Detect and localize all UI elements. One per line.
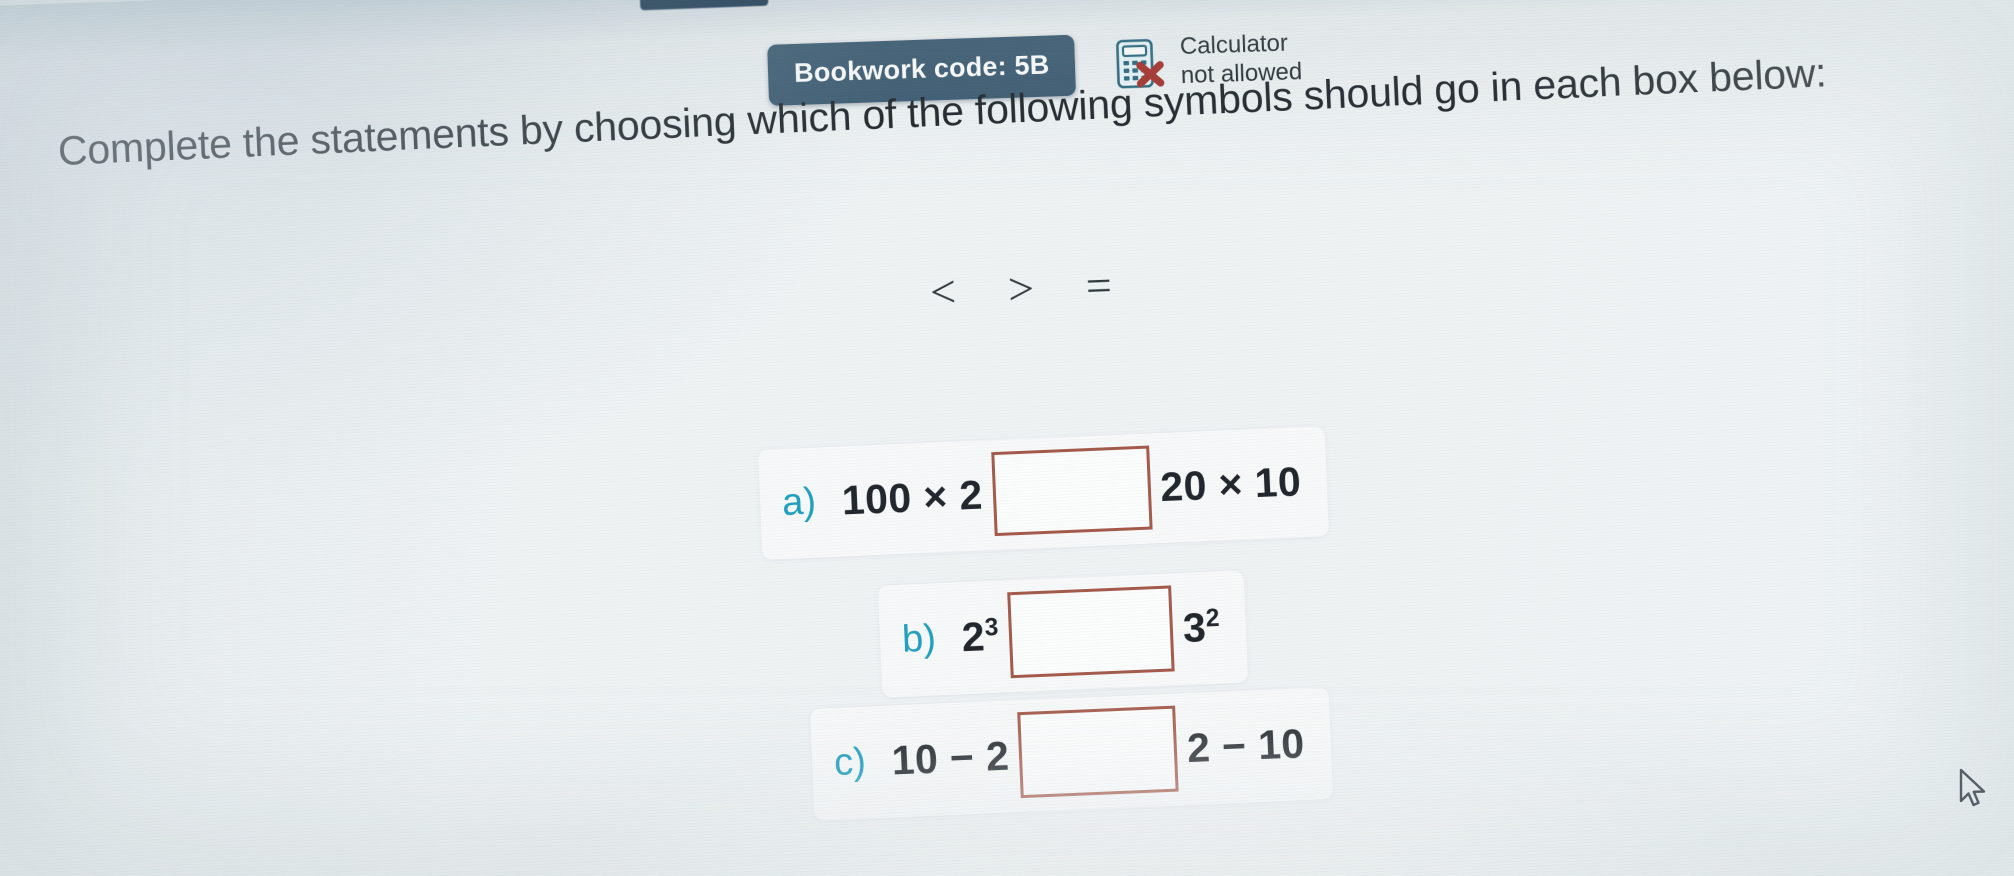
- statement-label-c: c): [833, 740, 867, 784]
- statement-b-left-expression: 23: [961, 612, 1000, 661]
- statement-a-left-expression: 100 × 2: [840, 471, 984, 523]
- statement-b-right-exponent: 2: [1205, 604, 1221, 632]
- answer-box-c[interactable]: [1017, 705, 1179, 799]
- statement-row-a: a) 100 × 2 20 × 10: [757, 426, 1330, 560]
- statement-label-a: a): [781, 480, 817, 524]
- statement-a-right-expression: 20 × 10: [1159, 457, 1302, 510]
- statement-b-right-base: 3: [1181, 603, 1208, 651]
- statement-b-left-base: 2: [960, 612, 986, 660]
- statement-c-left-expression: 10 − 2: [890, 732, 1011, 784]
- answer-box-a[interactable]: [990, 445, 1153, 537]
- mouse-pointer-icon: [1957, 768, 1991, 815]
- statement-c-right-expression: 2 − 10: [1186, 719, 1306, 771]
- statement-label-b: b): [901, 616, 937, 661]
- statement-row-c: c) 10 − 2 2 − 10: [809, 687, 1333, 821]
- statement-row-b: b) 23 32: [877, 570, 1249, 698]
- statement-b-left-exponent: 3: [984, 613, 1000, 642]
- statement-list: a) 100 × 2 20 × 10 b) 23 32 c) 10 − 2 2 …: [0, 0, 2014, 876]
- answer-box-b[interactable]: [1007, 585, 1175, 679]
- quiz-screen: Bookwork code: 5B Calculator not allowed…: [0, 0, 2014, 876]
- statement-b-right-expression: 32: [1182, 603, 1221, 652]
